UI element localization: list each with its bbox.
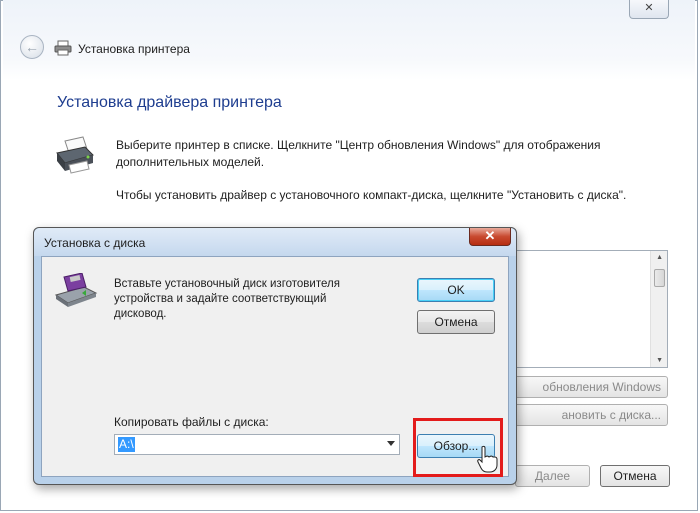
dialog-message: Вставьте установочный диск изготовителя … — [114, 278, 340, 320]
dialog-cancel-button[interactable]: Отмена — [417, 310, 495, 334]
floppy-disk-drive-icon — [54, 273, 98, 307]
install-from-disk-dialog: Установка с диска ✕ Вставьте установочны… — [33, 227, 517, 485]
dialog-title: Установка с диска — [44, 236, 146, 250]
list-scrollbar[interactable]: ▲ ▼ — [650, 251, 667, 367]
ok-button[interactable]: OK — [417, 278, 495, 302]
printer-large-icon — [56, 136, 94, 174]
printer-icon — [54, 40, 72, 56]
wizard-title: Установка принтера — [78, 42, 190, 56]
copy-from-label: Копировать файлы с диска: — [114, 415, 269, 429]
back-arrow-icon[interactable]: ← — [20, 35, 44, 59]
next-button[interactable]: Далее — [515, 465, 590, 487]
dialog-body: Вставьте установочный диск изготовителя … — [41, 256, 509, 477]
printer-model-list[interactable]: ▲ ▼ — [503, 250, 668, 368]
have-disk-button[interactable]: ановить с диска... — [511, 404, 668, 426]
windows-update-button[interactable]: обновления Windows — [511, 376, 668, 398]
wizard-close-button[interactable]: ✕ — [629, 0, 669, 19]
page-heading: Установка драйвера принтера — [57, 94, 282, 111]
dialog-close-icon[interactable]: ✕ — [469, 228, 511, 246]
scroll-up-icon[interactable]: ▲ — [656, 254, 663, 261]
copy-from-combobox[interactable]: A:\ — [114, 434, 400, 455]
description-text-2: Чтобы установить драйвер с установочного… — [116, 188, 627, 202]
copy-from-value[interactable]: A:\ — [118, 437, 135, 452]
scroll-thumb[interactable] — [654, 269, 665, 287]
dropdown-arrow-icon[interactable] — [387, 441, 395, 446]
wizard-cancel-button[interactable]: Отмена — [600, 465, 670, 487]
mouse-cursor-icon — [477, 445, 498, 473]
dialog-titlebar: Установка с диска ✕ — [34, 228, 516, 256]
description-text-1: Выберите принтер в списке. Щелкните "Цен… — [116, 138, 601, 169]
scroll-down-icon[interactable]: ▼ — [656, 357, 663, 364]
